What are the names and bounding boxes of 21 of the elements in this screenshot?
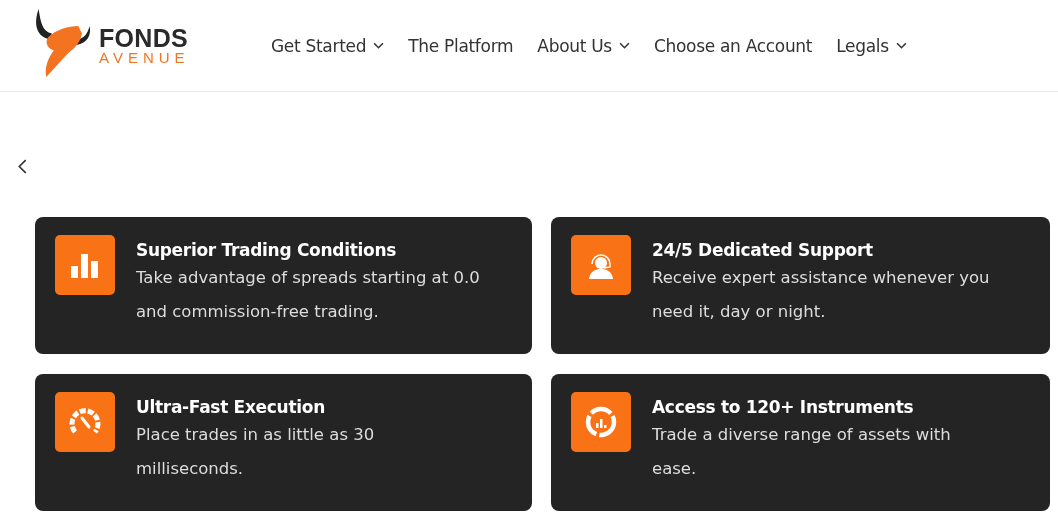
ring-chart-icon xyxy=(584,405,618,439)
nav-link[interactable]: Choose an Account xyxy=(653,35,813,56)
feature-title: Ultra-Fast Execution xyxy=(136,397,326,417)
bar-chart-icon xyxy=(70,252,100,278)
chevron-down-icon xyxy=(895,42,907,49)
feature-description: Trade a diverse range of assets with ease. xyxy=(652,424,952,480)
logo-tagline: AVENUE xyxy=(99,49,190,66)
nav-link[interactable]: Legals xyxy=(836,35,907,56)
feature-description: Take advantage of spreads starting at 0.0 and commission-free trading. xyxy=(136,267,481,323)
nav-link[interactable]: Get Started xyxy=(271,35,385,56)
feature-title: 24/5 Dedicated Support xyxy=(652,240,874,260)
chevron-down-icon xyxy=(373,42,385,49)
back-icon[interactable] xyxy=(18,159,27,174)
feature-description: Place trades in as little as 30 milliseconds. xyxy=(136,424,376,480)
nav-link[interactable]: The Platform xyxy=(408,35,514,56)
feature-title: Superior Trading Conditions xyxy=(136,240,397,260)
feature-description: Receive expert assistance whenever you need it, day or night. xyxy=(652,267,991,323)
chevron-down-icon xyxy=(618,42,630,49)
feature-title: Access to 120+ Instruments xyxy=(652,397,915,417)
logo-wordmark: FONDS xyxy=(99,25,189,50)
nav-link[interactable]: About Us xyxy=(537,35,630,56)
